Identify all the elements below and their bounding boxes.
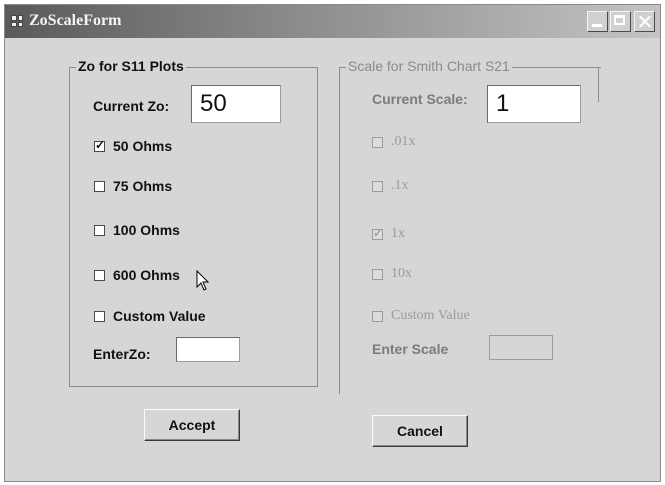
title-bar[interactable]: ZoScaleForm	[5, 5, 660, 38]
scale-group-edge	[598, 68, 599, 102]
enter-scale-field[interactable]	[489, 335, 553, 360]
option-scale-custom-value[interactable]: Custom Value	[372, 308, 470, 324]
zo-group-legend: Zo for S11 Plots	[76, 58, 186, 74]
minimize-button[interactable]	[587, 11, 608, 32]
enter-zo-label: EnterZo:	[93, 346, 151, 362]
scale-group-legend: Scale for Smith Chart S21	[346, 58, 512, 74]
checkbox-001x[interactable]	[372, 136, 383, 148]
close-button[interactable]	[634, 11, 655, 32]
option-custom-value-label: Custom Value	[113, 308, 206, 324]
option-50-ohms-label: 50 Ohms	[113, 138, 173, 154]
option-100-ohms-label: 100 Ohms	[113, 222, 180, 238]
option-50-ohms[interactable]: 50 Ohms	[94, 138, 172, 154]
app-icon	[11, 15, 23, 27]
option-001x[interactable]: .01x	[372, 134, 416, 150]
accept-button[interactable]: Accept	[144, 409, 240, 441]
option-scale-custom-value-label: Custom Value	[391, 308, 470, 323]
option-01x[interactable]: .1x	[372, 178, 409, 194]
current-scale-label: Current Scale:	[372, 91, 468, 107]
current-zo-field[interactable]: 50	[191, 85, 281, 123]
mouse-cursor-icon	[196, 270, 210, 291]
enter-scale-label: Enter Scale	[372, 341, 449, 357]
option-custom-value[interactable]: Custom Value	[94, 308, 206, 324]
checkbox-50-ohms[interactable]	[94, 138, 105, 152]
checkbox-75-ohms[interactable]	[94, 180, 105, 192]
checkbox-1x[interactable]	[372, 226, 383, 241]
window-title: ZoScaleForm	[29, 12, 122, 29]
maximize-button[interactable]	[610, 11, 631, 32]
current-zo-label: Current Zo:	[93, 98, 170, 114]
option-600-ohms[interactable]: 600 Ohms	[94, 267, 180, 283]
zoscale-window: ZoScaleForm Zo for S11 Plots Current Zo:…	[4, 4, 661, 482]
option-10x[interactable]: 10x	[372, 266, 412, 282]
option-100-ohms[interactable]: 100 Ohms	[94, 222, 180, 238]
checkbox-01x[interactable]	[372, 180, 383, 192]
option-600-ohms-label: 600 Ohms	[113, 267, 180, 283]
checkbox-100-ohms[interactable]	[94, 224, 105, 236]
option-1x[interactable]: 1x	[372, 226, 405, 242]
checkbox-600-ohms[interactable]	[94, 269, 105, 281]
scale-groupbox: Scale for Smith Chart S21 Current Scale:…	[339, 58, 601, 394]
cancel-button[interactable]: Cancel	[372, 415, 468, 447]
checkbox-scale-custom-value[interactable]	[372, 310, 383, 322]
current-scale-field[interactable]: 1	[487, 85, 581, 123]
option-75-ohms-label: 75 Ohms	[113, 178, 173, 194]
enter-zo-field[interactable]	[176, 337, 240, 362]
option-01x-label: .1x	[391, 178, 409, 193]
zo-groupbox: Zo for S11 Plots Current Zo: 50 50 Ohms …	[69, 58, 318, 387]
option-1x-label: 1x	[391, 226, 405, 241]
checkbox-custom-value[interactable]	[94, 310, 105, 322]
option-001x-label: .01x	[391, 134, 416, 149]
checkbox-10x[interactable]	[372, 268, 383, 280]
option-75-ohms[interactable]: 75 Ohms	[94, 178, 172, 194]
option-10x-label: 10x	[391, 266, 412, 281]
